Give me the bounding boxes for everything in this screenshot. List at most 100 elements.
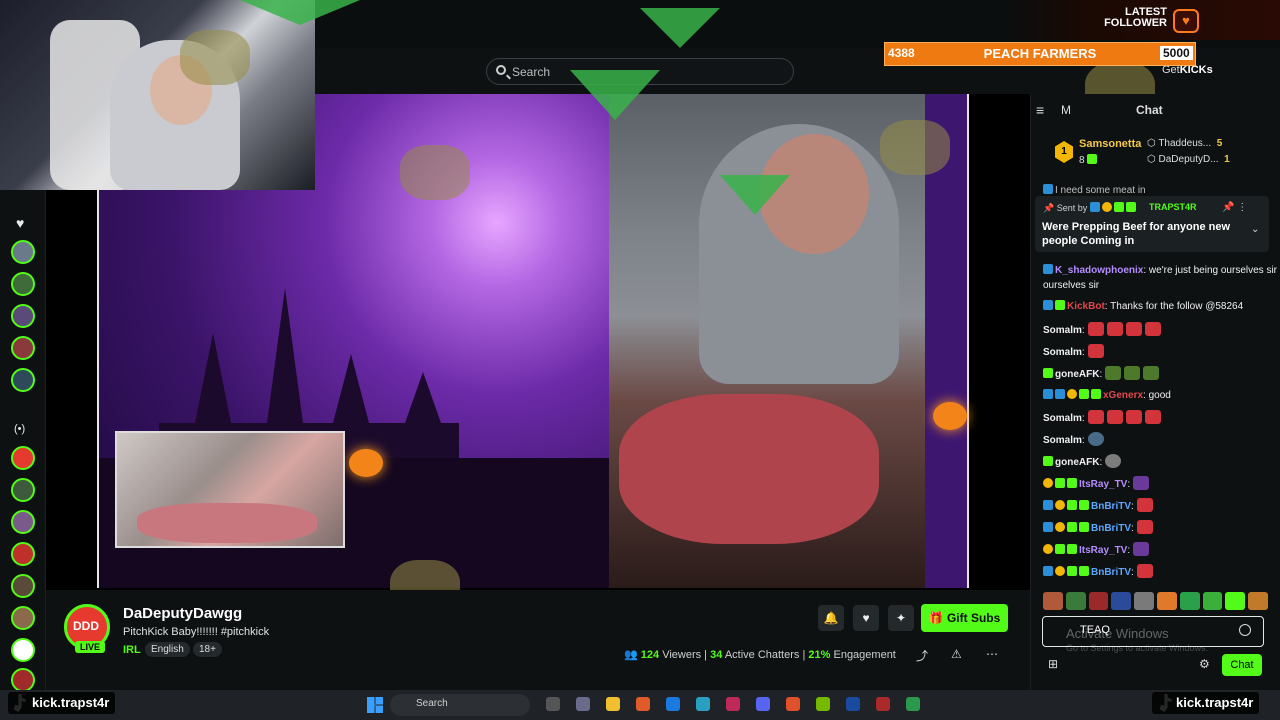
chat-message: xGenerx: good bbox=[1043, 388, 1273, 403]
taskbar-app-icon[interactable] bbox=[726, 697, 740, 711]
store-icon[interactable]: ⊞ bbox=[1048, 657, 1058, 671]
sidebar-channel-avatar[interactable] bbox=[11, 668, 35, 692]
chat-message: K_shadowphoenix: we're just being oursel… bbox=[1043, 263, 1277, 278]
gift-subs-label: Gift Subs bbox=[946, 611, 1001, 625]
quick-emote-icon[interactable] bbox=[1202, 592, 1223, 610]
chat-username[interactable]: BnBriTV bbox=[1091, 501, 1131, 512]
badge-icon bbox=[1067, 500, 1077, 510]
chat-username[interactable]: K_shadowphoenix bbox=[1055, 265, 1143, 276]
notification-bell-button[interactable]: 🔔 bbox=[818, 605, 844, 631]
boost-button[interactable]: ✦ bbox=[888, 605, 914, 631]
quick-emote-icon[interactable] bbox=[1156, 592, 1177, 610]
badge-icon bbox=[1043, 389, 1053, 399]
taskbar-app-icon[interactable] bbox=[876, 697, 890, 711]
goal-label: PEACH FARMERS bbox=[983, 46, 1097, 61]
excel-icon[interactable] bbox=[906, 697, 920, 711]
quick-emote-icon[interactable] bbox=[1111, 592, 1132, 610]
firefox-icon[interactable] bbox=[786, 697, 800, 711]
task-view-icon[interactable] bbox=[546, 697, 560, 711]
chat-message: Somalm: bbox=[1043, 410, 1273, 426]
chat-header-m: M bbox=[1061, 103, 1071, 117]
goal-current: 4388 bbox=[888, 46, 915, 60]
meat-emote-icon bbox=[1125, 322, 1142, 336]
quick-emote-icon[interactable] bbox=[1179, 592, 1200, 610]
brave-browser-icon[interactable] bbox=[636, 697, 650, 711]
badge-icon bbox=[1043, 544, 1053, 554]
activate-windows-subtext: Go to Settings to activate Windows. bbox=[1066, 643, 1209, 653]
chat-username[interactable]: goneAFK bbox=[1055, 369, 1099, 380]
following-heart-icon[interactable]: ♥ bbox=[16, 215, 24, 231]
collapse-chat-icon[interactable]: ≡ bbox=[1036, 102, 1044, 118]
quick-emote-icon[interactable] bbox=[1043, 592, 1063, 610]
emote-icon bbox=[1105, 454, 1122, 468]
stream-stats: 👥 124 Viewers | 34 Active Chatters | 21%… bbox=[624, 649, 896, 661]
quick-emote-icon[interactable] bbox=[1088, 592, 1109, 610]
chevron-down-icon[interactable]: ⌄ bbox=[1251, 224, 1259, 235]
sidebar-channel-avatar[interactable] bbox=[11, 336, 35, 360]
sidebar-channel-avatar[interactable] bbox=[11, 542, 35, 566]
chat-username[interactable]: KickBot bbox=[1067, 301, 1105, 312]
chat-username[interactable]: Somalm bbox=[1043, 347, 1082, 358]
chat-message-text: : bbox=[1081, 347, 1085, 358]
sidebar-channel-avatar[interactable] bbox=[11, 638, 35, 662]
quick-emote-icon[interactable] bbox=[1134, 592, 1154, 610]
channel-name[interactable]: DaDeputyDawgg bbox=[123, 605, 242, 622]
quick-emote-icon[interactable] bbox=[1225, 592, 1246, 610]
discord-icon[interactable] bbox=[756, 697, 770, 711]
chat-message: ItsRay_TV: bbox=[1043, 476, 1273, 492]
sidebar-channel-avatar[interactable] bbox=[11, 368, 35, 392]
tiktok-watermark-right: kick.trapst4r bbox=[1152, 692, 1260, 714]
sidebar-channel-avatar[interactable] bbox=[11, 304, 35, 328]
chat-username[interactable]: goneAFK bbox=[1055, 457, 1099, 468]
send-chat-button[interactable]: Chat bbox=[1222, 654, 1262, 676]
leaderboard-entry[interactable]: ⬡ Thaddeus... 5 bbox=[1147, 138, 1222, 149]
taskbar-app-icon[interactable] bbox=[666, 697, 680, 711]
share-icon[interactable]: ⤴ bbox=[916, 647, 928, 664]
emote-icon bbox=[1143, 366, 1160, 380]
sidebar-channel-avatar[interactable] bbox=[11, 272, 35, 296]
tag-language[interactable]: English bbox=[145, 642, 190, 657]
badge-icon bbox=[1079, 500, 1089, 510]
sidebar-channel-avatar[interactable] bbox=[11, 606, 35, 630]
gift-subs-button[interactable]: 🎁 Gift Subs bbox=[921, 604, 1008, 632]
follow-heart-button[interactable]: ♥ bbox=[853, 605, 879, 631]
sidebar-channel-avatar[interactable] bbox=[11, 478, 35, 502]
badge-icon bbox=[1043, 368, 1053, 378]
chat-username[interactable]: ItsRay_TV bbox=[1079, 479, 1127, 490]
chat-username[interactable]: Somalm bbox=[1043, 325, 1082, 336]
badge-icon bbox=[1055, 544, 1065, 554]
taskbar-app-icon[interactable] bbox=[846, 697, 860, 711]
emoji-picker-icon[interactable] bbox=[1239, 624, 1251, 636]
chat-settings-gear-icon[interactable]: ⚙ bbox=[1199, 657, 1210, 671]
pin-icon[interactable]: 📌 ⋮ bbox=[1222, 202, 1247, 213]
leaderboard-entry[interactable]: ⬡ DaDeputyD... 1 bbox=[1147, 154, 1230, 165]
sidebar-channel-avatar[interactable] bbox=[11, 510, 35, 534]
emote-icon bbox=[1144, 410, 1161, 424]
more-options-icon[interactable]: ⋯ bbox=[986, 647, 998, 661]
pinned-user[interactable]: TRAPST4R bbox=[1149, 202, 1197, 212]
taskbar-search-input[interactable] bbox=[390, 694, 530, 716]
quick-emote-icon[interactable] bbox=[1248, 592, 1268, 610]
sidebar-channel-avatar[interactable] bbox=[11, 574, 35, 598]
edge-browser-icon[interactable] bbox=[696, 697, 710, 711]
chat-username[interactable]: Somalm bbox=[1043, 435, 1082, 446]
chat-username[interactable]: ItsRay_TV bbox=[1079, 545, 1127, 556]
badge-icon bbox=[1067, 544, 1077, 554]
report-icon[interactable]: ⚠ bbox=[951, 647, 962, 661]
tag-mature[interactable]: 18+ bbox=[193, 642, 222, 657]
sidebar-channel-avatar[interactable] bbox=[11, 240, 35, 264]
file-explorer-icon[interactable] bbox=[606, 697, 620, 711]
emote-icon bbox=[1124, 366, 1141, 380]
sidebar-channel-avatar[interactable] bbox=[11, 446, 35, 470]
stream-category[interactable]: IRL bbox=[123, 644, 141, 656]
emote-icon bbox=[1125, 410, 1142, 424]
chat-username[interactable]: BnBriTV bbox=[1091, 523, 1131, 534]
chat-message-text: : bbox=[1099, 369, 1103, 380]
quick-emote-icon[interactable] bbox=[1065, 592, 1086, 610]
chat-username[interactable]: BnBriTV bbox=[1091, 567, 1131, 578]
chat-username[interactable]: Somalm bbox=[1043, 413, 1082, 424]
taskbar-app-icon[interactable] bbox=[576, 697, 590, 711]
chat-username[interactable]: xGenerx bbox=[1103, 390, 1143, 401]
leaderboard-top-name[interactable]: Samsonetta bbox=[1079, 138, 1141, 150]
nvidia-icon[interactable] bbox=[816, 697, 830, 711]
